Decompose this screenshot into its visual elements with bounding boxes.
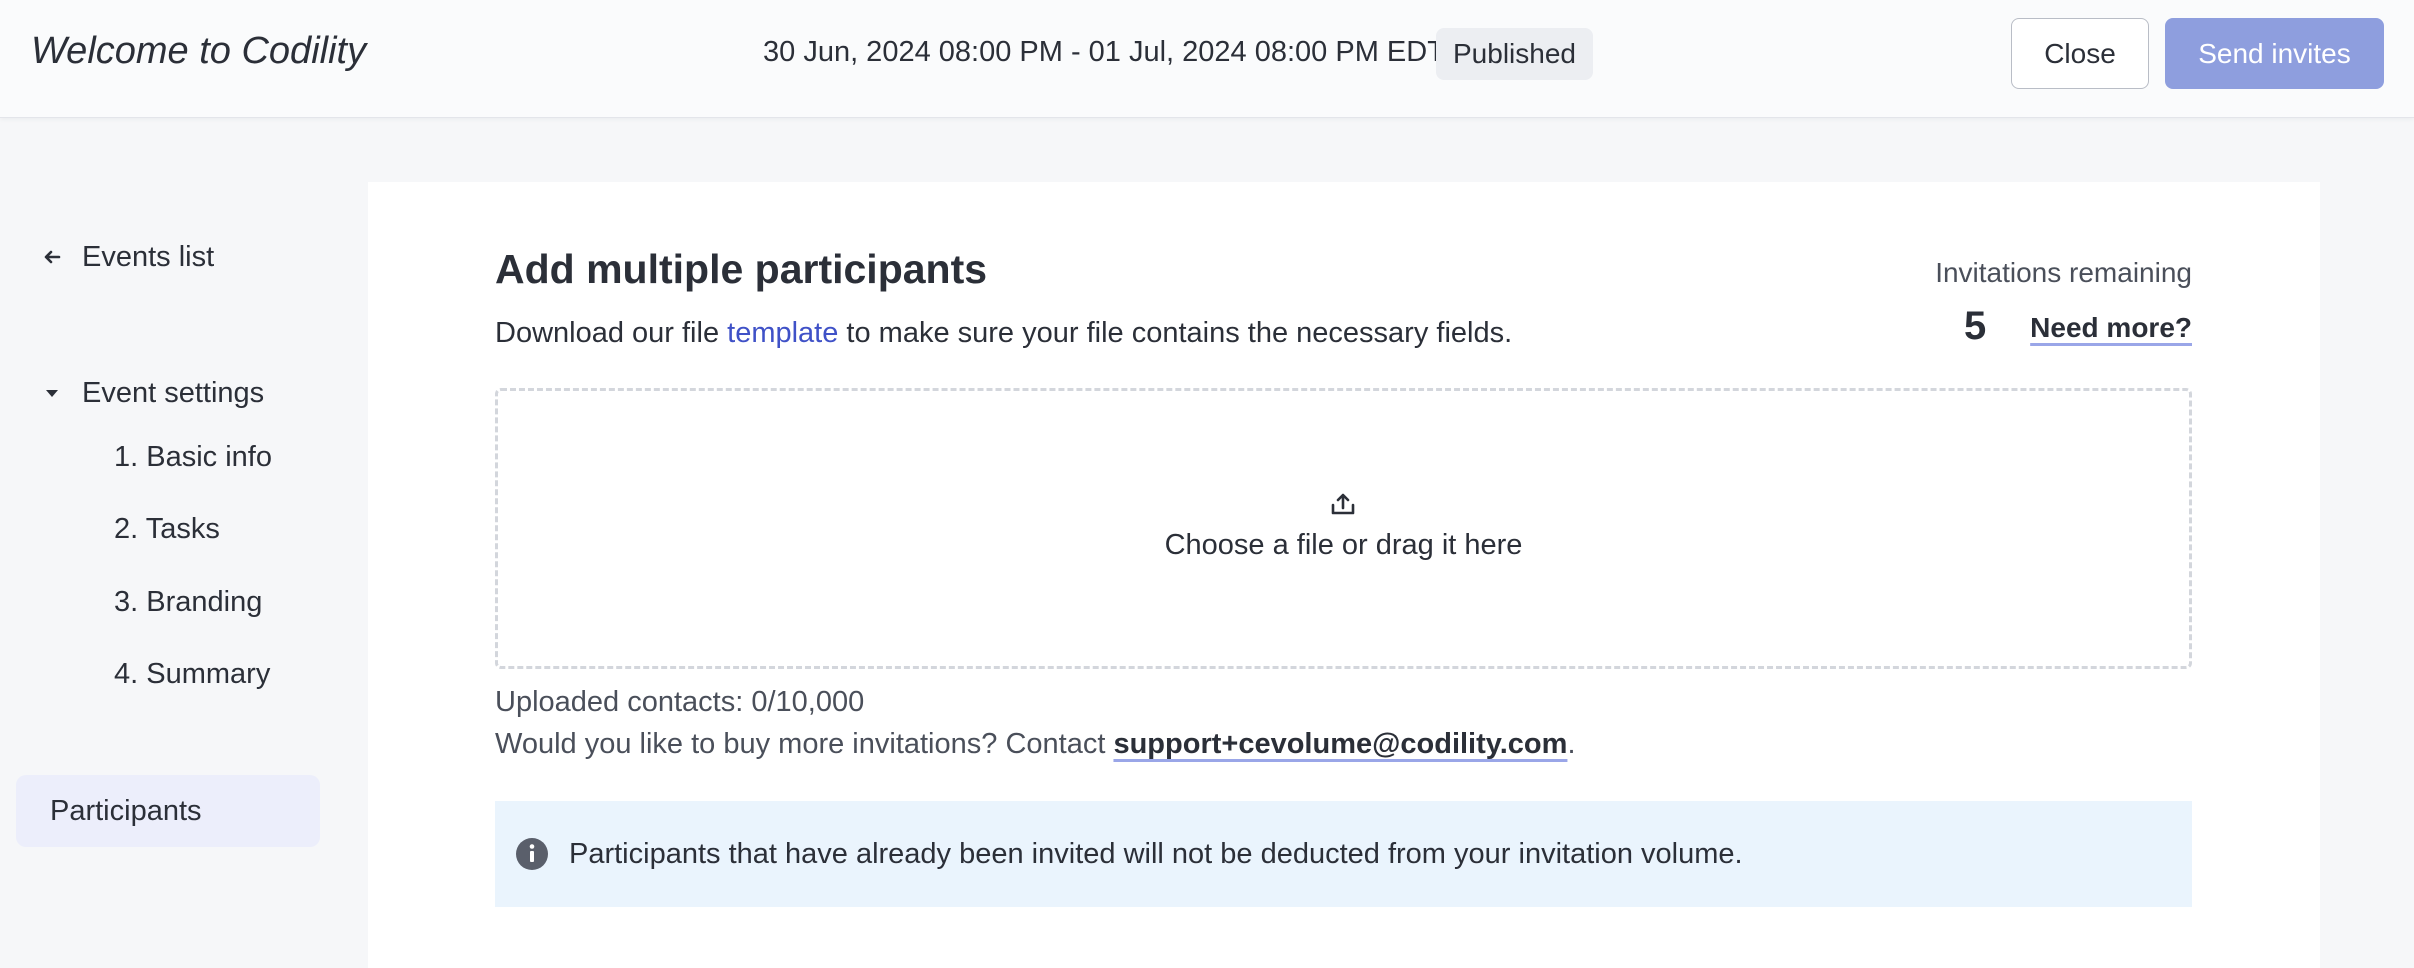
info-notice: Participants that have already been invi… bbox=[495, 801, 2192, 907]
sidebar-item-label: Participants bbox=[50, 794, 202, 827]
page-title: Add multiple participants bbox=[495, 246, 988, 292]
description-suffix: to make sure your file contains the nece… bbox=[838, 317, 1513, 349]
uploaded-contacts-count: Uploaded contacts: 0/10,000 bbox=[495, 686, 865, 718]
sidebar-item-participants[interactable]: Participants bbox=[16, 775, 320, 847]
event-date-range: 30 Jun, 2024 08:00 PM - 01 Jul, 2024 08:… bbox=[763, 36, 1445, 68]
support-email-link[interactable]: support+cevolume@codility.com bbox=[1113, 728, 1567, 760]
file-dropzone[interactable]: Choose a file or drag it here bbox=[495, 388, 2192, 669]
page-description: Download our file template to make sure … bbox=[495, 317, 1512, 350]
upload-icon bbox=[1331, 493, 1355, 515]
sidebar-item-label: Events list bbox=[82, 240, 215, 273]
need-more-link[interactable]: Need more? bbox=[2030, 312, 2192, 344]
invitations-remaining-label: Invitations remaining bbox=[1935, 257, 2192, 288]
sidebar: Events list Event settings 1. Basic info… bbox=[0, 118, 340, 968]
sidebar-item-branding[interactable]: 3. Branding bbox=[114, 580, 262, 624]
send-invites-button[interactable]: Send invites bbox=[2165, 18, 2384, 89]
app-title: Welcome to Codility bbox=[31, 30, 367, 72]
buy-more-text: Would you like to buy more invitations? … bbox=[495, 728, 1576, 761]
buy-more-suffix: . bbox=[1567, 728, 1576, 760]
sidebar-item-basic-info[interactable]: 1. Basic info bbox=[114, 435, 272, 479]
status-badge: Published bbox=[1436, 28, 1593, 80]
notice-text: Participants that have already been invi… bbox=[569, 837, 1743, 870]
dropzone-label: Choose a file or drag it here bbox=[1164, 529, 1523, 561]
arrow-left-icon bbox=[44, 250, 61, 264]
main-panel: Add multiple participants Download our f… bbox=[368, 182, 2320, 968]
info-icon bbox=[516, 838, 548, 870]
description-prefix: Download our file bbox=[495, 317, 728, 349]
sidebar-item-tasks[interactable]: 2. Tasks bbox=[114, 507, 220, 551]
buy-more-prefix: Would you like to buy more invitations? … bbox=[495, 728, 1114, 760]
sidebar-item-events-list[interactable]: Events list bbox=[42, 232, 214, 282]
sidebar-group-event-settings[interactable]: Event settings bbox=[42, 368, 264, 418]
sidebar-item-summary[interactable]: 4. Summary bbox=[114, 652, 270, 696]
close-button[interactable]: Close bbox=[2011, 18, 2149, 89]
template-link[interactable]: template bbox=[727, 317, 838, 349]
caret-down-icon bbox=[46, 390, 58, 397]
invitations-remaining-count: 5 bbox=[1964, 304, 1987, 348]
top-header: Welcome to Codility 30 Jun, 2024 08:00 P… bbox=[0, 0, 2414, 118]
sidebar-group-label: Event settings bbox=[82, 376, 265, 409]
